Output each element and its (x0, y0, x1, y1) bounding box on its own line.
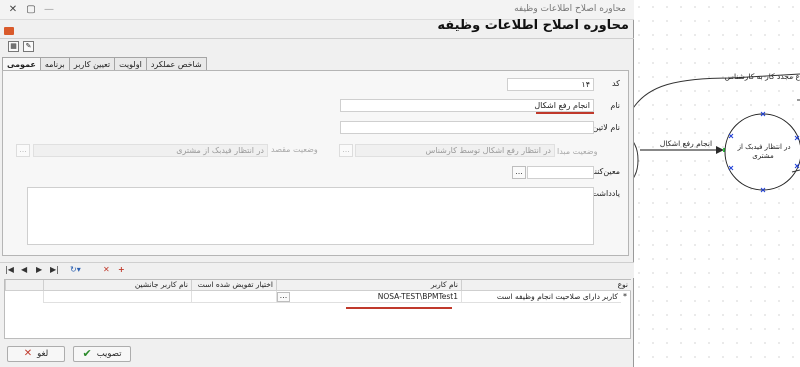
delete-icon[interactable]: ✕ (103, 264, 110, 275)
cell-user[interactable]: NOSA-TEST\BPMTest1 (276, 291, 461, 303)
cancel-button[interactable]: ✕ لغو (7, 346, 65, 362)
note-textarea[interactable] (27, 187, 594, 245)
col-header-spacer (5, 280, 43, 291)
name-field[interactable]: انجام رفع اشکال (340, 99, 594, 112)
tab-strip: عمومی برنامه تعیین کاربر اولویت شاخص عمل… (2, 57, 207, 72)
ok-button[interactable]: ✔ تصویب (73, 346, 131, 362)
ok-button-label: تصویب (96, 349, 122, 359)
refresh-icon[interactable]: ↻▾ (70, 264, 81, 275)
maximize-icon[interactable]: ▢ (24, 3, 38, 17)
dest-state-picker[interactable]: ... (16, 144, 30, 157)
tab-assign-user[interactable]: تعیین کاربر (68, 57, 116, 71)
tab-kpi[interactable]: شاخص عملکرد (145, 57, 207, 71)
title-bar: محاوره اصلاح اطلاعات وظیفه ✕ ▢ — (0, 0, 634, 20)
col-header-delegated[interactable]: اختیار تفویض شده است (191, 280, 276, 291)
last-record-icon[interactable]: ▶| (50, 264, 59, 275)
user-picker[interactable]: ... (277, 292, 290, 302)
page-title: محاوره اصلاح اطلاعات وظیفه (437, 18, 629, 33)
close-icon[interactable]: ✕ (6, 3, 20, 17)
cell-delegated[interactable] (191, 291, 276, 303)
source-state-picker[interactable]: ... (339, 144, 353, 157)
cell-type[interactable]: کاربر دارای صلاحیت انجام وظیفه است (461, 291, 621, 303)
col-header-user[interactable]: نام کاربر (276, 280, 461, 291)
users-grid: نوع نام کاربر اختیار تفویض شده است نام ک… (4, 279, 631, 339)
name-label: نام (610, 101, 620, 110)
col-header-substitute[interactable]: نام کاربر جانشین (43, 280, 191, 291)
determiner-picker[interactable]: ... (512, 166, 526, 179)
state-node-label-line1: در انتظار فیدبک از (737, 143, 791, 151)
note-label: یادداشت (591, 189, 620, 198)
determiner-field[interactable] (527, 166, 594, 179)
row-marker: * (623, 292, 627, 301)
cell-substitute[interactable] (43, 291, 191, 303)
edge-arrowhead (716, 146, 724, 154)
edit-tool-icon[interactable]: ✎ (23, 41, 34, 52)
divider (0, 38, 634, 39)
next-record-icon[interactable]: ▶ (36, 264, 42, 275)
window-title: محاوره اصلاح اطلاعات وظیفه (514, 4, 626, 14)
tab-priority[interactable]: اولویت (114, 57, 147, 71)
return-edge-label: ع مجدد کار به کارشناس (725, 72, 800, 81)
diagram-svg: ع مجدد کار به کارشناس انجام رفع اشکال در… (632, 72, 800, 193)
cancel-icon: ✕ (23, 348, 33, 359)
name-highlight (536, 112, 594, 114)
process-diagram-canvas[interactable]: ع مجدد کار به کارشناس انجام رفع اشکال در… (632, 0, 800, 367)
general-panel: کد ۱۴ نام انجام رفع اشکال نام لاتین وضعی… (2, 70, 629, 256)
col-header-type[interactable]: نوع (461, 280, 631, 291)
code-label: کد (611, 79, 620, 88)
save-tool-icon[interactable]: ▦ (8, 41, 19, 52)
source-state-caption: وضعیت مبدا (557, 147, 598, 156)
grid-toolbar (0, 262, 634, 278)
dest-state-label: وضعیت مقصد (271, 145, 318, 154)
add-icon[interactable]: + (118, 264, 125, 275)
user-highlight (346, 307, 452, 309)
check-icon: ✔ (82, 347, 92, 360)
task-edge-label: انجام رفع اشکال (660, 139, 712, 148)
code-field[interactable]: ۱۴ (507, 78, 594, 91)
latin-name-label: نام لاتین (592, 123, 620, 132)
dest-state-field[interactable]: در انتظار فیدبک از مشتری (33, 144, 268, 157)
first-record-icon[interactable]: |◀ (5, 264, 14, 275)
state-node-label-line2: مشتری (752, 152, 774, 160)
prev-record-icon[interactable]: ◀ (21, 264, 27, 275)
latin-name-field[interactable] (340, 121, 594, 134)
cancel-button-label: لغو (37, 349, 49, 359)
minimize-icon[interactable]: — (42, 3, 56, 17)
app-icon (4, 27, 14, 35)
tab-schedule[interactable]: برنامه (39, 57, 70, 71)
dialog-window: محاوره اصلاح اطلاعات وظیفه ✕ ▢ — محاوره … (0, 0, 634, 367)
source-state-field[interactable]: در انتظار رفع اشکال توسط کارشناس (355, 144, 555, 157)
